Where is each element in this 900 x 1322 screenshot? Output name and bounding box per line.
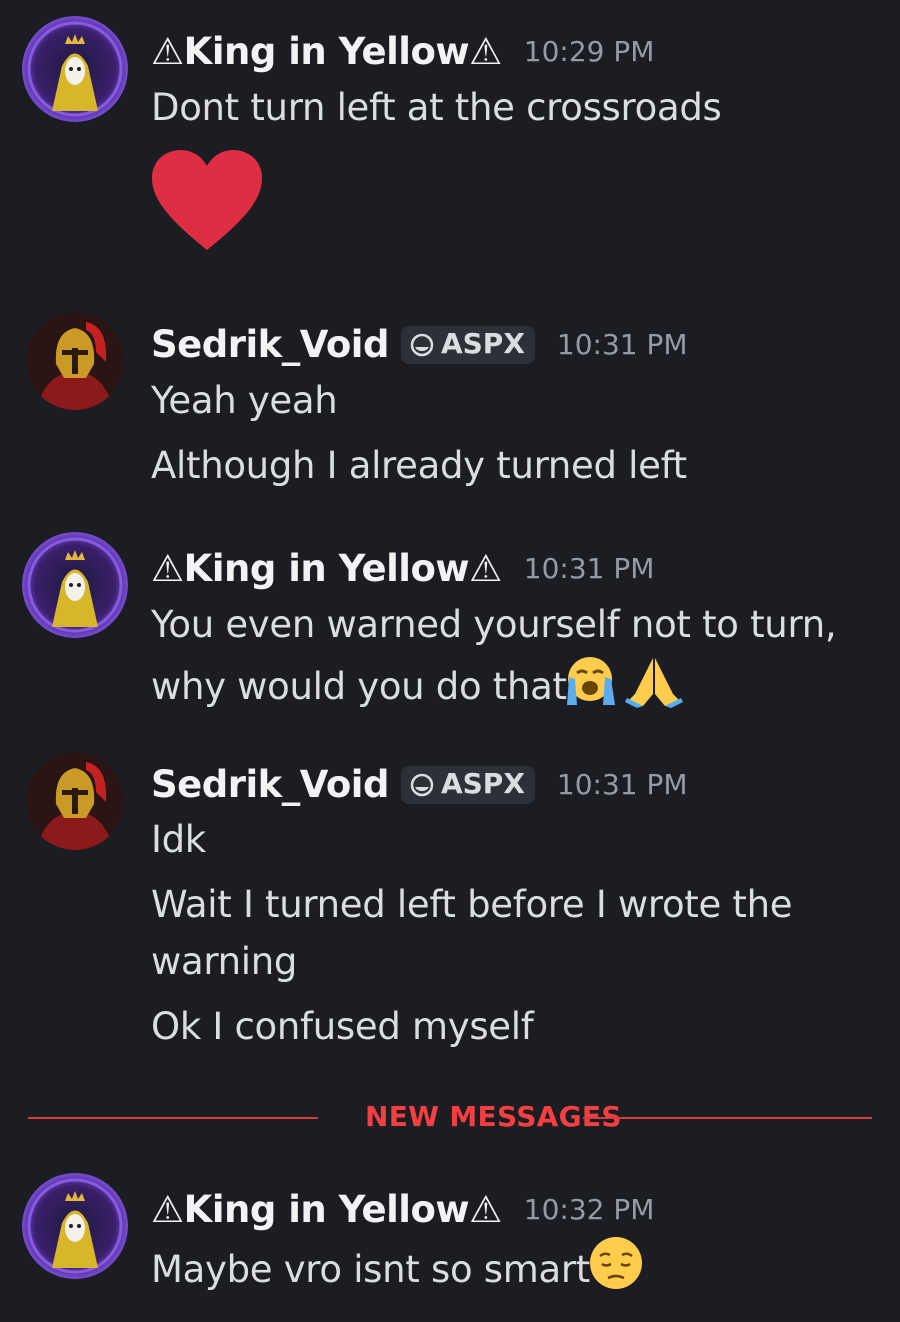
- message-text: warning: [151, 940, 298, 983]
- yellow-hooded-king-avatar-icon: [22, 1173, 128, 1279]
- pensive-face-emoji[interactable]: [588, 1236, 644, 1299]
- new-messages-divider: NEW MESSAGES: [28, 1100, 872, 1136]
- message-text: Although I already turned left: [151, 444, 687, 487]
- timestamp: 10:31 PM: [523, 552, 655, 585]
- folded-hands-icon: [624, 658, 683, 708]
- loudly-crying-face-emoji[interactable]: [563, 655, 621, 716]
- message-text: Dont turn left at the crossroads: [151, 86, 722, 129]
- message-text: Yeah yeah: [151, 379, 338, 422]
- timestamp: 10:32 PM: [523, 1193, 655, 1226]
- red-heart-emoji[interactable]: [150, 148, 264, 256]
- divider-line: [583, 1117, 872, 1119]
- timestamp: 10:29 PM: [523, 35, 655, 68]
- message-text: why would you do that: [151, 665, 567, 708]
- avatar[interactable]: [22, 1173, 128, 1279]
- message-text: Maybe vro isnt so smart: [151, 1248, 590, 1291]
- yellow-hooded-king-avatar-icon: [22, 532, 128, 638]
- folded-hands-emoji[interactable]: [623, 654, 685, 717]
- heart-icon: [152, 150, 262, 250]
- message-text: Idk: [151, 818, 206, 861]
- golden-spartan-helmet-avatar-icon: [26, 312, 124, 410]
- yellow-hooded-king-avatar-icon: [22, 16, 128, 122]
- username[interactable]: ⚠King in Yellow⚠: [151, 30, 502, 73]
- message-header: Sedrik_Void ASPX 10:31 PM: [151, 763, 688, 806]
- message-text-row: Maybe vro isnt so smart: [151, 1237, 644, 1299]
- message-header: Sedrik_Void ASPX 10:31 PM: [151, 323, 688, 366]
- server-tag-label: ASPX: [440, 327, 525, 360]
- message-text: Ok I confused myself: [151, 1005, 534, 1048]
- username[interactable]: ⚠King in Yellow⚠: [151, 1188, 502, 1231]
- avatar[interactable]: [26, 312, 124, 410]
- message-header: ⚠King in Yellow⚠ 10:32 PM: [151, 1188, 654, 1231]
- power-icon: [410, 333, 434, 356]
- power-icon: [410, 773, 434, 796]
- server-tag-label: ASPX: [440, 767, 525, 800]
- message-text-row: why would you do that: [151, 657, 685, 717]
- message-header: ⚠King in Yellow⚠ 10:29 PM: [151, 30, 654, 73]
- timestamp: 10:31 PM: [556, 768, 688, 801]
- username[interactable]: Sedrik_Void: [151, 763, 389, 806]
- username[interactable]: ⚠King in Yellow⚠: [151, 547, 502, 590]
- avatar[interactable]: [22, 16, 128, 122]
- avatar[interactable]: [26, 752, 124, 850]
- message-text: You even warned yourself not to turn,: [151, 603, 837, 646]
- username[interactable]: Sedrik_Void: [151, 323, 389, 366]
- message-text: Wait I turned left before I wrote the: [151, 883, 793, 926]
- loudly-crying-face-icon: [566, 657, 615, 705]
- pensive-face-icon: [589, 1237, 642, 1289]
- divider-line: [28, 1117, 318, 1119]
- timestamp: 10:31 PM: [556, 328, 688, 361]
- server-tag-badge[interactable]: ASPX: [400, 765, 535, 804]
- server-tag-badge[interactable]: ASPX: [400, 325, 535, 364]
- golden-spartan-helmet-avatar-icon: [26, 752, 124, 850]
- message-header: ⚠King in Yellow⚠ 10:31 PM: [151, 547, 654, 590]
- avatar[interactable]: [22, 532, 128, 638]
